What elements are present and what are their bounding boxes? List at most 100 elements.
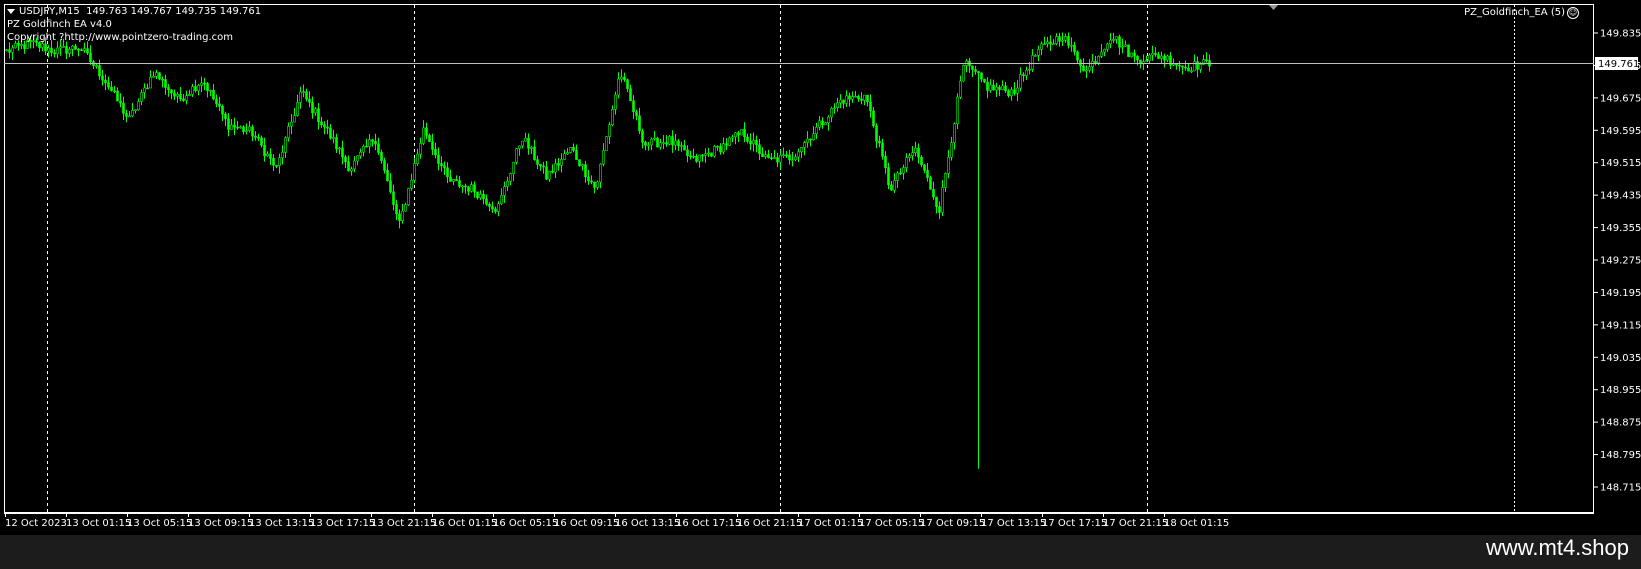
expert-advisor-label[interactable]: PZ_Goldfinch_EA (5) xyxy=(1464,7,1565,19)
candle-body xyxy=(23,44,26,49)
candle-body xyxy=(464,185,467,188)
candle-body xyxy=(80,49,83,51)
candle-body xyxy=(707,152,710,155)
candle xyxy=(71,45,74,57)
candle-body xyxy=(341,147,344,158)
candle-body xyxy=(221,105,224,115)
candle xyxy=(524,132,527,142)
candle xyxy=(302,84,305,98)
candle xyxy=(731,134,734,143)
candle xyxy=(611,105,614,127)
candle-body xyxy=(158,72,161,80)
candle-body xyxy=(926,169,929,178)
candle xyxy=(1106,42,1109,52)
candle xyxy=(998,85,1001,96)
candle-body xyxy=(857,95,860,100)
candle-body xyxy=(479,193,482,199)
candle-body xyxy=(1031,55,1034,70)
candle-body xyxy=(101,75,104,81)
candle-body xyxy=(977,71,980,74)
candle-body xyxy=(776,157,779,163)
candle xyxy=(1040,41,1043,56)
candle xyxy=(647,141,650,151)
candle-body xyxy=(1115,36,1118,40)
price-chart[interactable]: 149.835149.755149.675149.595149.515149.4… xyxy=(0,0,1641,535)
candle-body xyxy=(539,164,542,167)
candle-body xyxy=(359,151,362,157)
candle xyxy=(329,123,332,140)
candle-body xyxy=(218,103,221,107)
candle-body xyxy=(917,147,920,158)
candle xyxy=(104,74,107,91)
candle xyxy=(869,94,872,118)
candle xyxy=(53,49,56,58)
candle xyxy=(539,164,542,171)
candle-body xyxy=(641,130,644,143)
candle-body xyxy=(905,157,908,168)
candle-body xyxy=(1040,43,1043,50)
candle xyxy=(695,153,698,163)
shift-marker-icon[interactable] xyxy=(1269,5,1278,10)
candle xyxy=(221,104,224,122)
candle-body xyxy=(596,181,599,188)
candle-body xyxy=(1025,69,1028,76)
candle xyxy=(296,94,299,117)
time-label: 16 Oct 17:15 xyxy=(676,518,741,529)
candle xyxy=(542,161,545,174)
candle xyxy=(977,71,980,469)
candle xyxy=(185,90,188,105)
time-label: 17 Oct 17:15 xyxy=(1042,518,1107,529)
candle xyxy=(1025,66,1028,80)
candle-body xyxy=(626,79,629,89)
candle-body xyxy=(545,166,548,180)
candle xyxy=(650,137,653,151)
candle-body xyxy=(863,94,866,101)
candle-body xyxy=(602,150,605,165)
current-price-label: 149.761 xyxy=(1598,59,1639,70)
candle-body xyxy=(188,94,191,96)
candle xyxy=(665,135,668,147)
candle xyxy=(1046,37,1049,48)
chart-window[interactable]: 149.835149.755149.675149.595149.515149.4… xyxy=(0,0,1641,535)
candle-body xyxy=(161,78,164,81)
candle xyxy=(395,200,398,220)
candle xyxy=(1184,60,1187,71)
candle xyxy=(1154,47,1157,57)
candle-body xyxy=(1172,63,1175,66)
candle xyxy=(920,155,923,168)
smiley-icon[interactable]: ☺ xyxy=(1567,7,1579,19)
candle xyxy=(887,162,890,190)
candle xyxy=(83,42,86,53)
candle xyxy=(545,161,548,181)
candle-body xyxy=(851,96,854,100)
candle xyxy=(653,131,656,141)
time-label: 16 Oct 21:15 xyxy=(737,518,802,529)
candle xyxy=(815,122,818,139)
candle xyxy=(1088,59,1091,73)
candle xyxy=(929,175,932,190)
candle xyxy=(488,202,491,212)
candle-body xyxy=(971,65,974,70)
candle xyxy=(341,140,344,165)
candle xyxy=(737,130,740,142)
candle xyxy=(392,184,395,211)
candle-body xyxy=(557,163,560,166)
candle-body xyxy=(233,124,236,128)
candle xyxy=(1073,41,1076,56)
candle-body xyxy=(614,94,617,110)
candle-body xyxy=(395,204,398,215)
candle xyxy=(137,98,140,111)
candle-body xyxy=(920,156,923,166)
candle-body xyxy=(266,153,269,157)
dropdown-arrow-icon[interactable] xyxy=(7,8,15,14)
candle xyxy=(299,86,302,109)
candle-body xyxy=(215,98,218,105)
candle xyxy=(1166,54,1169,63)
candle-body xyxy=(746,136,749,142)
candle-body xyxy=(224,113,227,119)
candle-body xyxy=(326,126,329,129)
candle-body xyxy=(728,137,731,146)
candle xyxy=(902,164,905,180)
candle-body xyxy=(95,65,98,67)
candle-body xyxy=(131,110,134,117)
